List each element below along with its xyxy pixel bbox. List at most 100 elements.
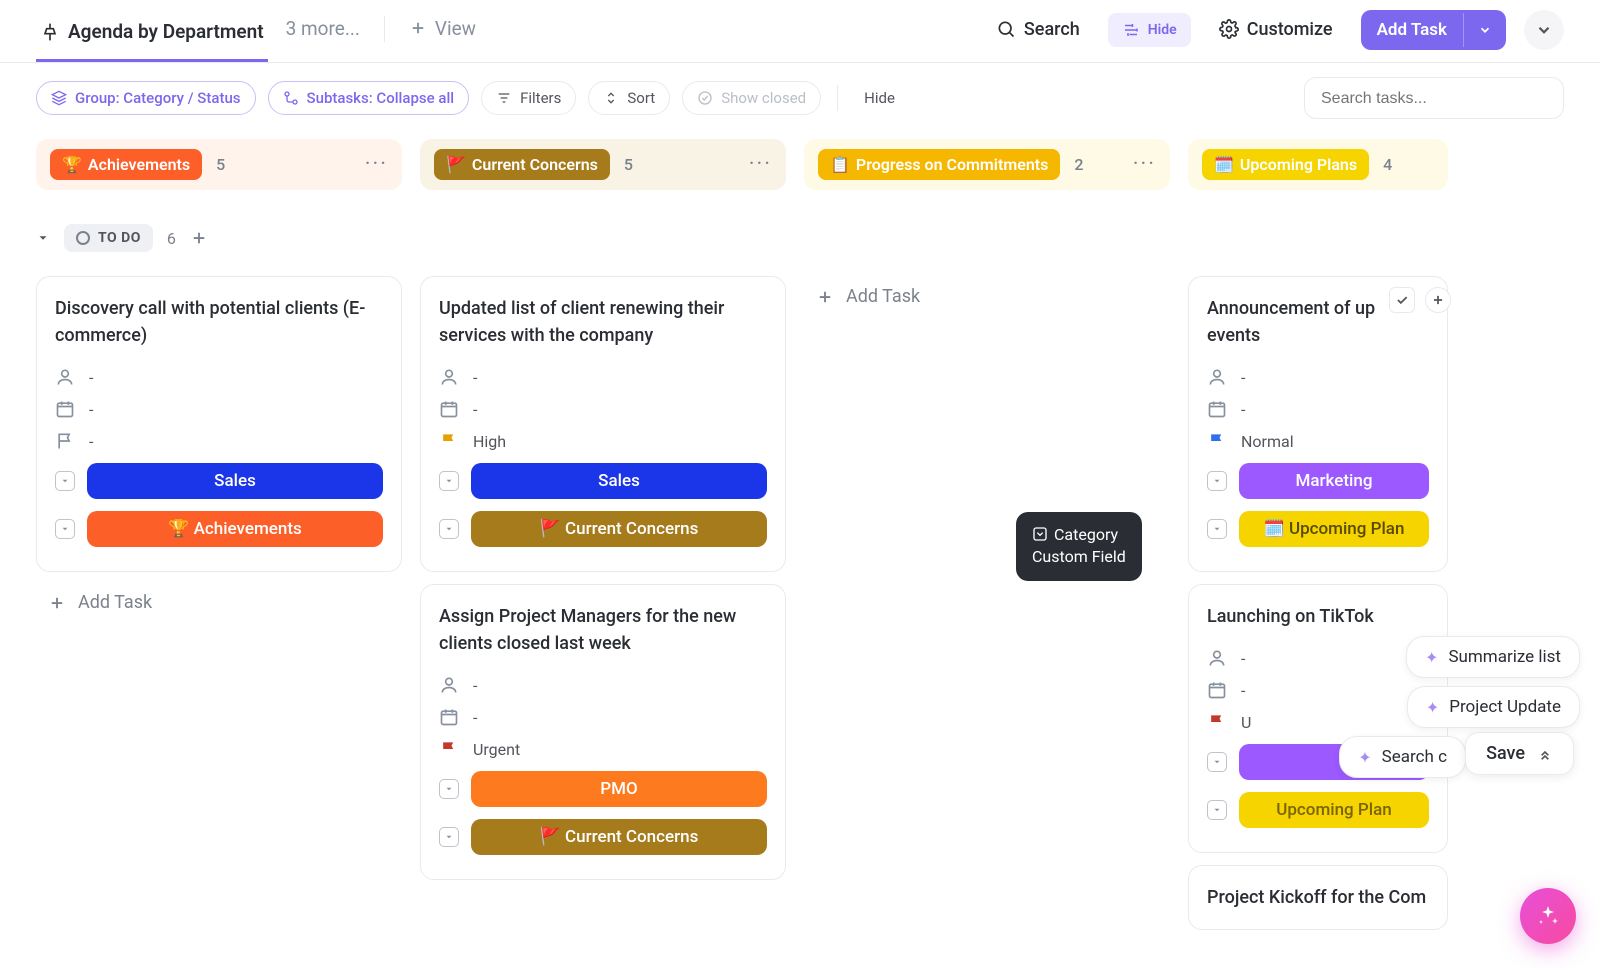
dept-tag-row[interactable]: PMO — [439, 765, 767, 813]
more-views-link[interactable]: 3 more... — [286, 17, 360, 56]
ai-project-update-chip[interactable]: ✦ Project Update — [1407, 686, 1580, 728]
card-title: Launching on TikTok — [1207, 603, 1429, 630]
column-menu-button[interactable]: ··· — [1133, 152, 1156, 177]
complete-button[interactable] — [1389, 287, 1415, 313]
priority-value: U — [1241, 713, 1251, 732]
category-tag-row[interactable]: 🗓️ Upcoming Plan — [1207, 505, 1429, 553]
column-header-concerns[interactable]: 🚩 Current Concerns 5 ··· — [420, 139, 786, 190]
add-in-status-button[interactable] — [190, 229, 208, 247]
column-menu-button[interactable]: ··· — [365, 152, 388, 177]
sort-button[interactable]: Sort — [588, 81, 670, 115]
date-row[interactable]: - — [1207, 674, 1429, 706]
search-button[interactable]: Search — [986, 13, 1090, 60]
priority-row[interactable]: High — [439, 425, 767, 457]
assignee-row[interactable]: - — [1207, 642, 1429, 674]
calendar-icon — [55, 399, 75, 419]
category-tag-row[interactable]: Upcoming Plan — [1207, 786, 1429, 834]
dropdown-icon — [55, 471, 75, 491]
date-row[interactable]: - — [439, 393, 767, 425]
priority-row[interactable]: Normal — [1207, 425, 1429, 457]
category-tag-row[interactable]: 🚩 Current Concerns — [439, 505, 767, 553]
add-button[interactable] — [1425, 287, 1451, 313]
add-task-dropdown[interactable] — [1463, 13, 1506, 47]
date-row[interactable]: - — [439, 701, 767, 733]
ai-fab-button[interactable] — [1520, 888, 1576, 944]
add-task-button[interactable]: Add Task — [36, 572, 402, 633]
card-actions — [1389, 287, 1451, 313]
add-view-button[interactable]: View — [409, 17, 476, 56]
search-tasks-field[interactable] — [1321, 90, 1547, 108]
assignee-row[interactable]: - — [1207, 361, 1429, 393]
task-card[interactable]: Project Kickoff for the Com — [1188, 865, 1448, 930]
add-task-button-header[interactable]: Add Task — [1361, 10, 1506, 50]
view-tab-agenda[interactable]: Agenda by Department — [36, 10, 268, 62]
check-circle-icon — [697, 90, 713, 106]
dropdown-icon — [1207, 752, 1227, 772]
hide-toolbar-button[interactable]: Hide — [854, 89, 905, 107]
subtasks-pill[interactable]: Subtasks: Collapse all — [268, 81, 470, 115]
board-columns: Discovery call with potential clients (E… — [0, 264, 1600, 930]
column-header-progress[interactable]: 📋 Progress on Commitments 2 ··· — [804, 139, 1170, 190]
column-badge: 🗓️ Upcoming Plans — [1202, 149, 1369, 180]
search-tasks-input[interactable] — [1304, 77, 1564, 119]
task-card[interactable]: Discovery call with potential clients (E… — [36, 276, 402, 572]
column-menu-button[interactable]: ··· — [749, 152, 772, 177]
priority-value: Normal — [1241, 432, 1294, 451]
show-closed-label: Show closed — [721, 89, 806, 107]
assignee-row[interactable]: - — [439, 669, 767, 701]
dropdown-field-icon — [1032, 526, 1048, 542]
hide-label: Hide — [1148, 22, 1177, 38]
column-header-upcoming[interactable]: 🗓️ Upcoming Plans 4 — [1188, 139, 1448, 190]
priority-row[interactable]: Urgent — [439, 733, 767, 765]
ai-summarize-chip[interactable]: ✦ Summarize list — [1406, 636, 1580, 678]
column-header-achievements[interactable]: 🏆 Achievements 5 ··· — [36, 139, 402, 190]
date-row[interactable]: - — [55, 393, 383, 425]
overflow-menu-button[interactable] — [1524, 10, 1564, 50]
person-icon — [1207, 367, 1227, 387]
column-achievements: Discovery call with potential clients (E… — [36, 264, 402, 930]
save-chip[interactable]: Save — [1465, 732, 1574, 775]
category-tag-row[interactable]: 🏆 Achievements — [55, 505, 383, 553]
category-tag-row[interactable]: 🚩 Current Concerns — [439, 813, 767, 861]
dept-tag-row[interactable]: Sales — [55, 457, 383, 505]
add-task-label: Add Task — [1361, 10, 1463, 50]
filters-button[interactable]: Filters — [481, 81, 576, 115]
sort-icon — [603, 90, 619, 106]
priority-row[interactable]: - — [55, 425, 383, 457]
date-row[interactable]: - — [1207, 393, 1429, 425]
assignee-row[interactable]: - — [439, 361, 767, 393]
category-tag: 🗓️ Upcoming Plan — [1239, 511, 1429, 547]
priority-row[interactable]: U — [1207, 706, 1429, 738]
dropdown-icon — [439, 827, 459, 847]
chevron-down-icon — [1478, 23, 1492, 37]
add-task-button[interactable]: Add Task — [804, 272, 1170, 321]
task-card[interactable]: Assign Project Managers for the new clie… — [420, 584, 786, 880]
priority-value: High — [473, 432, 506, 451]
dropdown-icon — [439, 779, 459, 799]
column-badge: 🚩 Current Concerns — [434, 149, 610, 180]
flag-icon — [1207, 712, 1227, 732]
status-group-header[interactable]: TO DO 6 — [0, 190, 1600, 264]
caret-down-icon — [36, 231, 50, 245]
category-tag: 🚩 Current Concerns — [471, 511, 767, 547]
search-icon — [996, 19, 1016, 39]
column-label: Achievements — [88, 155, 190, 174]
assignee-value: - — [1241, 368, 1245, 387]
category-tag: 🏆 Achievements — [87, 511, 383, 547]
customize-button[interactable]: Customize — [1209, 13, 1343, 60]
task-card[interactable]: Announcement of up events - - Normal Mar… — [1188, 276, 1448, 572]
category-tag: 🚩 Current Concerns — [471, 819, 767, 855]
task-card[interactable]: Updated list of client renewing their se… — [420, 276, 786, 572]
assignee-row[interactable]: - — [55, 361, 383, 393]
ai-search-chip[interactable]: ✦ Search c — [1339, 736, 1466, 778]
hide-button[interactable]: Hide — [1108, 13, 1191, 47]
dept-tag-row[interactable]: Sales — [439, 457, 767, 505]
filter-icon — [496, 90, 512, 106]
plus-icon — [48, 594, 66, 612]
dept-tag-row[interactable]: Marketing — [1207, 457, 1429, 505]
group-pill[interactable]: Group: Category / Status — [36, 81, 256, 115]
status-chip[interactable]: TO DO — [64, 224, 153, 252]
show-closed-button[interactable]: Show closed — [682, 81, 821, 115]
subtasks-icon — [283, 90, 299, 106]
column-label: Current Concerns — [472, 155, 598, 174]
